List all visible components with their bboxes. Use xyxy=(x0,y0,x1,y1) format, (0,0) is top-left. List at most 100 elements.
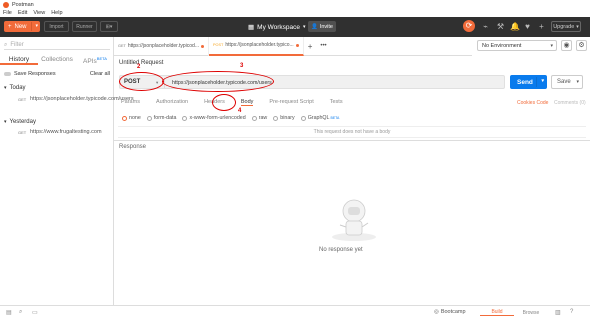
clear-all-link[interactable]: Clear all xyxy=(90,71,110,77)
option-label: GraphQL xyxy=(307,115,330,121)
tab-history[interactable]: History xyxy=(0,54,38,65)
chevron-down-icon: ▾ xyxy=(576,23,579,30)
new-window-button[interactable]: ⊞▾ xyxy=(100,21,118,32)
menu-edit[interactable]: Edit xyxy=(18,10,27,16)
import-button[interactable]: Import xyxy=(44,21,69,32)
more-icon[interactable]: ••• xyxy=(316,43,330,49)
bootcamp-link[interactable]: ◎ Bootcamp xyxy=(434,309,466,315)
no-body-message: This request does not have a body xyxy=(118,126,586,138)
tab-body[interactable]: Body xyxy=(240,99,254,106)
invite-button[interactable]: 👤 Invite xyxy=(308,21,336,32)
annotation-number: 3 xyxy=(240,63,244,69)
menu-bar: File Edit View Help xyxy=(0,9,590,17)
user-plus-icon: 👤 xyxy=(310,23,318,30)
comments-link[interactable]: Comments (0) xyxy=(554,100,586,106)
option-label: raw xyxy=(258,115,268,121)
tab-pre-request-script[interactable]: Pre-request Script xyxy=(269,99,313,106)
astronaut-illustration-icon xyxy=(332,199,376,241)
chevron-down-icon: ▾ xyxy=(4,119,7,125)
method-label: GET xyxy=(18,97,27,102)
environment-label: No Environment xyxy=(482,42,522,49)
history-group-today[interactable]: ▾ Today xyxy=(4,85,26,91)
list-item[interactable]: GET https://jsonplaceholder.typicode.com… xyxy=(0,96,134,103)
request-tab[interactable]: GET https://jsonplaceholder.typicod... xyxy=(114,36,209,56)
radio-icon xyxy=(273,115,279,121)
response-panel: Response No response yet xyxy=(114,140,590,305)
runner-button[interactable]: Runner xyxy=(72,21,97,32)
option-label: none xyxy=(129,115,141,121)
gear-icon[interactable]: ⚙ xyxy=(576,40,587,51)
cookies-label: Cookies xyxy=(517,100,536,106)
tab-authorization[interactable]: Authorization xyxy=(156,99,188,106)
build-button[interactable]: Build xyxy=(480,309,514,316)
history-url: https://www.frugaltesting.com xyxy=(30,129,102,135)
body-option-none[interactable]: none xyxy=(122,115,141,121)
unsaved-dot-icon xyxy=(295,43,299,47)
add-tab-icon[interactable]: + xyxy=(304,42,317,51)
main-toolbar: + New ▾ Import Runner ⊞▾ ▦ My Workspace … xyxy=(0,17,590,37)
sync-icon[interactable]: ⟳ xyxy=(463,20,475,32)
help-icon[interactable]: ? xyxy=(570,309,573,315)
send-button[interactable]: Send ▾ xyxy=(510,75,547,89)
tab-label: https://jsonplaceholder.typico... xyxy=(225,42,294,48)
history-group-yesterday[interactable]: ▾ Yesterday xyxy=(4,119,36,125)
chevron-down-icon: ▾ xyxy=(541,78,544,84)
upgrade-button[interactable]: Upgrade ▾ xyxy=(551,21,581,32)
beta-badge: BETA xyxy=(330,116,340,120)
sidebar-tabs: History Collections APIsBETA xyxy=(0,54,114,65)
eye-icon[interactable]: ◉ xyxy=(561,40,572,51)
browse-button[interactable]: Browse xyxy=(514,309,548,316)
radio-icon xyxy=(146,115,152,121)
menu-help[interactable]: Help xyxy=(51,10,62,16)
wrench-icon[interactable]: ⚒ xyxy=(496,22,505,31)
bootcamp-label: Bootcamp xyxy=(440,309,466,315)
response-label: Response xyxy=(119,144,147,150)
new-button[interactable]: + New ▾ xyxy=(4,21,40,32)
grid-icon: ▦ xyxy=(248,24,255,31)
cookies-link[interactable]: Cookies Code xyxy=(517,100,548,106)
environment-select[interactable]: No Environment ▾ xyxy=(477,40,557,51)
day-label: Yesterday xyxy=(9,119,36,125)
invite-label: Invite xyxy=(319,23,333,30)
sidebar-toggle-icon[interactable]: ▤ xyxy=(6,309,12,316)
filter-input[interactable]: ⌕ Filter xyxy=(4,41,110,50)
body-option-raw[interactable]: raw xyxy=(251,115,268,121)
request-tab-active[interactable]: POST https://jsonplaceholder.typico... xyxy=(208,36,304,56)
workspace-selector[interactable]: ▦ My Workspace ▾ xyxy=(248,21,306,33)
chevron-down-icon: ▾ xyxy=(4,85,7,91)
body-option-urlencoded[interactable]: x-www-form-urlencoded xyxy=(182,115,246,121)
import-label: Import xyxy=(49,23,64,30)
heart-icon[interactable]: ♥ xyxy=(523,22,532,31)
chevron-down-icon: ▾ xyxy=(550,43,553,49)
tab-tests[interactable]: Tests xyxy=(330,99,343,106)
radio-icon xyxy=(182,115,188,121)
save-responses-row: Save Responses Clear all xyxy=(4,71,110,77)
tab-collections[interactable]: Collections xyxy=(38,54,76,65)
day-label: Today xyxy=(9,85,26,91)
save-responses-toggle[interactable]: Save Responses xyxy=(4,71,56,77)
option-label: binary xyxy=(280,115,295,121)
code-label[interactable]: Code xyxy=(536,100,548,106)
menu-file[interactable]: File xyxy=(3,10,12,16)
body-type-options: none form-data x-www-form-urlencoded raw… xyxy=(122,115,345,121)
tab-apis[interactable]: APIsBETA xyxy=(76,54,114,65)
plus-icon: + xyxy=(8,23,12,30)
bell-icon[interactable]: 🔔 xyxy=(510,22,520,31)
list-item[interactable]: GET https://www.frugaltesting.com xyxy=(0,129,113,136)
satellite-icon[interactable]: ⌁ xyxy=(481,22,490,31)
body-option-graphql[interactable]: GraphQL BETA xyxy=(300,115,340,121)
filter-placeholder: Filter xyxy=(10,42,24,48)
search-icon[interactable]: ⌕ xyxy=(19,309,22,316)
body-option-binary[interactable]: binary xyxy=(273,115,295,121)
option-label: x-www-form-urlencoded xyxy=(189,115,246,121)
tab-params[interactable]: Params xyxy=(121,99,140,106)
body-option-form-data[interactable]: form-data xyxy=(146,115,176,121)
postman-logo-icon xyxy=(3,1,9,8)
menu-view[interactable]: View xyxy=(33,10,45,16)
two-pane-icon[interactable]: ▥ xyxy=(555,309,561,316)
console-icon[interactable]: ▭ xyxy=(32,309,38,316)
save-button[interactable]: Save ▾ xyxy=(551,75,583,89)
radio-icon xyxy=(251,115,257,121)
request-name[interactable]: Untitled Request xyxy=(119,60,163,66)
plus-icon[interactable]: + xyxy=(537,22,546,31)
